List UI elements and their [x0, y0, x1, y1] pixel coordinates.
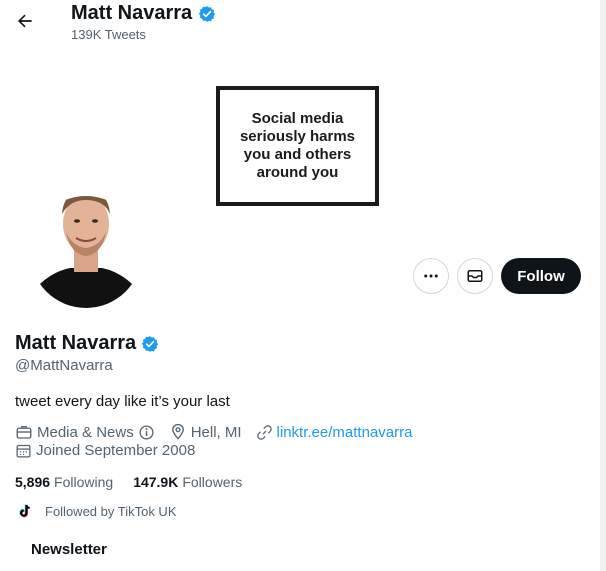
follow-stats: 5,896 Following 147.9K Followers — [15, 474, 262, 490]
location-pin-icon — [171, 423, 184, 440]
tweet-count: 139K Tweets — [71, 27, 146, 42]
more-horizontal-icon — [424, 274, 438, 278]
category-item: Media & News — [15, 423, 155, 441]
header-title: Matt Navarra — [71, 2, 216, 25]
following-count: 5,896 — [15, 474, 51, 490]
location-label: Hell, MI — [190, 423, 242, 441]
link-icon — [256, 424, 272, 440]
envelope-icon — [467, 270, 483, 282]
info-icon[interactable] — [138, 424, 155, 441]
profile-name-row: Matt Navarra — [15, 332, 159, 355]
profile-joined-row: Joined September 2008 — [15, 442, 209, 459]
website-item: linktr.ee/mattnavarra — [256, 424, 413, 441]
followers-link[interactable]: 147.9K Followers — [133, 474, 262, 490]
joined-item: Joined September 2008 — [15, 442, 195, 459]
banner-text: Social media seriously harms you and oth… — [239, 110, 356, 181]
tiktok-icon — [19, 504, 30, 518]
location-item: Hell, MI — [169, 423, 242, 441]
followed-by-row[interactable]: Followed by TikTok UK — [17, 503, 177, 519]
verified-badge-icon — [199, 5, 216, 22]
verified-badge-icon[interactable] — [141, 335, 159, 353]
banner-sign: Social media seriously harms you and oth… — [216, 86, 379, 206]
followers-count: 147.9K — [133, 474, 179, 490]
arrow-left-icon — [18, 14, 32, 28]
more-button[interactable] — [413, 258, 449, 294]
category-label: Media & News — [37, 423, 134, 441]
following-link[interactable]: 5,896 Following — [15, 474, 133, 490]
avatar[interactable] — [30, 180, 142, 310]
following-label: Following — [54, 474, 114, 490]
back-button[interactable] — [8, 4, 42, 38]
profile-bio: tweet every day like it’s your last — [15, 393, 230, 410]
followed-by-label: Followed by TikTok UK — [45, 503, 177, 519]
scrollbar[interactable] — [600, 0, 606, 571]
profile-name: Matt Navarra — [15, 332, 137, 354]
followers-label: Followers — [182, 474, 243, 490]
follow-button[interactable]: Follow — [501, 258, 581, 294]
tab-newsletter[interactable]: Newsletter — [31, 541, 107, 558]
message-button[interactable] — [457, 258, 493, 294]
joined-label: Joined September 2008 — [36, 442, 196, 459]
briefcase-icon — [16, 426, 32, 439]
calendar-icon — [16, 444, 31, 458]
website-link[interactable]: linktr.ee/mattnavarra — [277, 424, 413, 441]
profile-handle: @MattNavarra — [15, 357, 113, 374]
profile-meta-row: Media & News Hell, MI linktr.ee/mattnava… — [15, 423, 426, 441]
header-name: Matt Navarra — [71, 2, 193, 24]
